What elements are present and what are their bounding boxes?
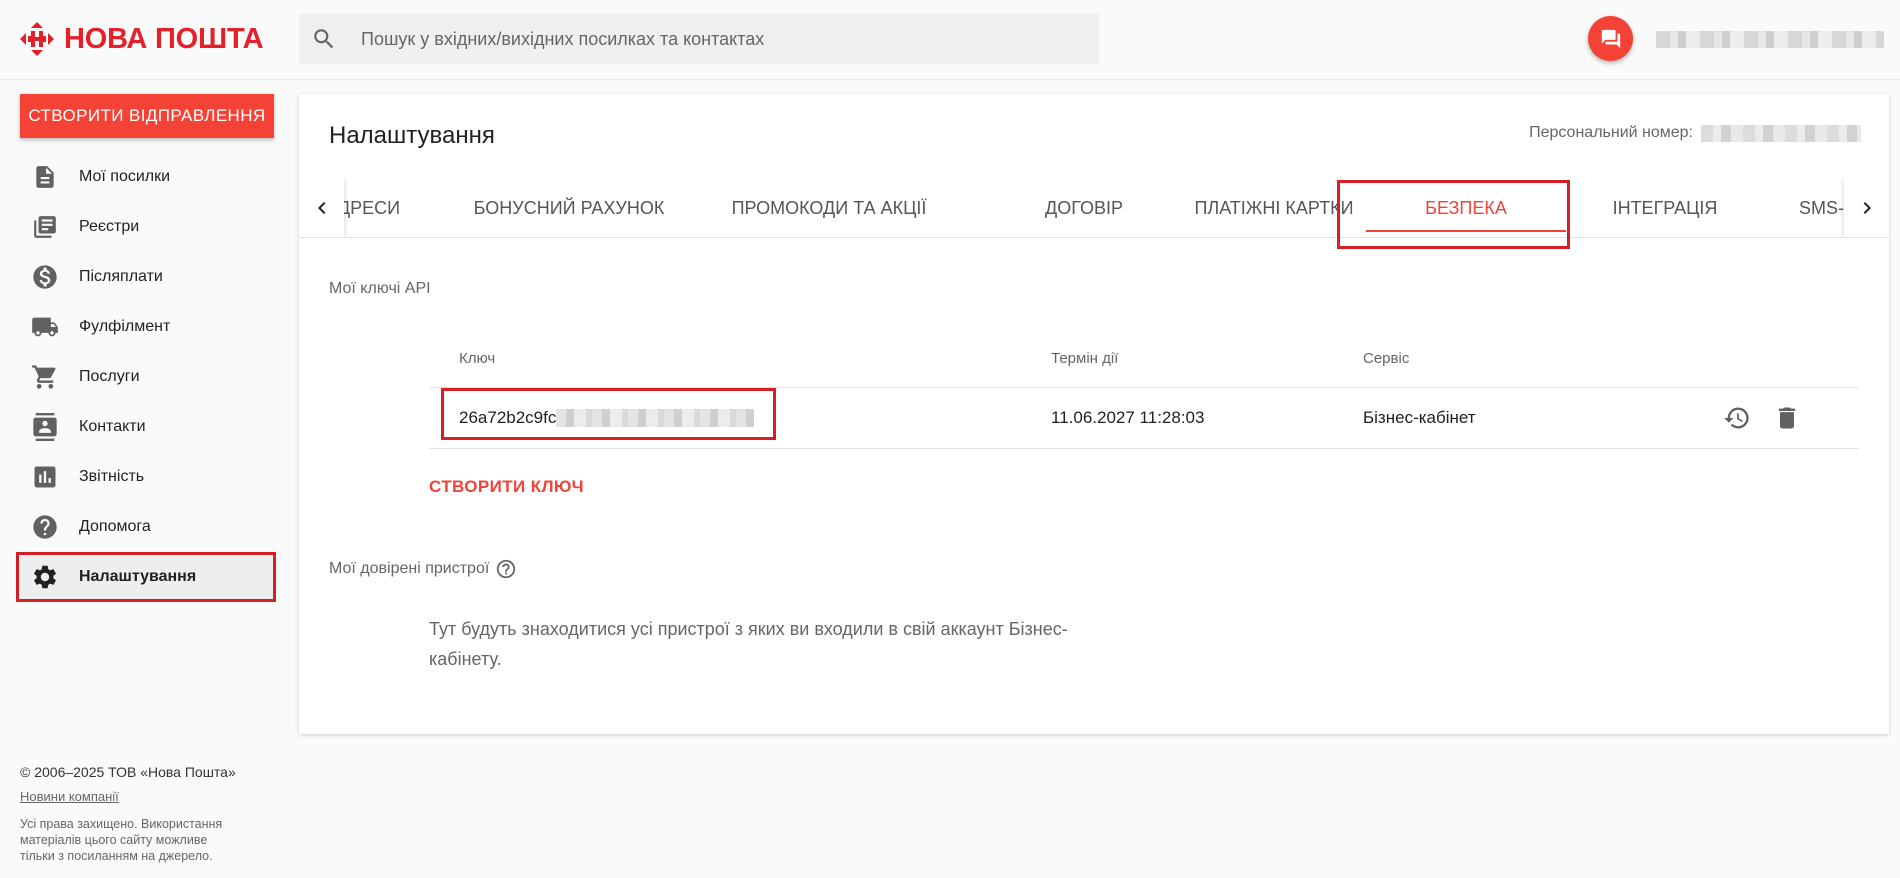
search-bar[interactable]: [299, 14, 1099, 64]
delete-key-button[interactable]: [1769, 400, 1805, 436]
tab-bonus-account[interactable]: БОНУСНИЙ РАХУНОК: [454, 178, 684, 237]
chart-icon: [30, 462, 60, 492]
trash-icon: [1778, 407, 1796, 429]
api-keys-section-label: Мої ключі API: [329, 280, 431, 297]
logo-mark-icon: [20, 22, 54, 56]
sidebar-item-contacts[interactable]: Контакти: [16, 402, 276, 452]
personal-number: Персональний номер:: [1529, 124, 1861, 142]
logo-text: НОВА ПОШТА: [64, 22, 264, 55]
rights-line: матеріалів цього сайту можливе: [20, 833, 208, 847]
rights-line: тільки з посиланням на джерело.: [20, 849, 213, 863]
sidebar-item-my-parcels[interactable]: Мої посилки: [16, 152, 276, 202]
sidebar-item-reports[interactable]: Звітність: [16, 452, 276, 502]
settings-tabs: ДРЕСИ БОНУСНИЙ РАХУНОК ПРОМОКОДИ ТА АКЦІ…: [299, 178, 1889, 238]
sidebar-item-label: Звітність: [79, 468, 145, 485]
api-keys-table: Ключ Термін дії Сервіс 26a72b2c9fc 11.06…: [429, 330, 1859, 449]
devices-text-line: Тут будуть знаходитися усі пристрої з як…: [429, 619, 1068, 639]
nova-poshta-logo[interactable]: НОВА ПОШТА: [20, 22, 264, 56]
sidebar-item-label: Мої посилки: [79, 168, 171, 185]
sidebar-item-help[interactable]: Допомога: [16, 502, 276, 552]
sidebar-item-label: Послуги: [79, 368, 140, 385]
column-header-term: Термін дії: [1051, 350, 1119, 367]
dollar-icon: [30, 262, 60, 292]
api-key-cell[interactable]: 26a72b2c9fc: [429, 408, 1051, 428]
sidebar-item-fulfillment[interactable]: Фулфілмент: [16, 302, 276, 352]
help-circle-icon[interactable]: [495, 558, 517, 580]
search-icon[interactable]: [299, 14, 349, 64]
settings-card: Налаштування Персональний номер: ДРЕСИ Б…: [299, 94, 1889, 734]
tab-promocodes[interactable]: ПРОМОКОДИ ТА АКЦІЇ: [704, 178, 954, 237]
sidebar-item-label: Післяплати: [79, 268, 163, 285]
sidebar-item-registries[interactable]: Реєстри: [16, 202, 276, 252]
sidebar-item-label: Фулфілмент: [79, 318, 171, 335]
sidebar-item-label: Налаштування: [79, 568, 197, 585]
chat-button[interactable]: [1588, 16, 1633, 61]
registry-icon: [30, 212, 60, 242]
sidebar-nav: Мої посилки Реєстри Післяплати Фулфілмен…: [16, 152, 276, 602]
tabs-scroll-right-button[interactable]: [1844, 178, 1889, 237]
table-header: Ключ Термін дії Сервіс: [429, 330, 1859, 388]
create-key-button[interactable]: СТВОРИТИ КЛЮЧ: [429, 477, 584, 497]
devices-text-line: кабінету.: [429, 649, 502, 669]
chat-icon: [1601, 29, 1620, 48]
sidebar-item-services[interactable]: Послуги: [16, 352, 276, 402]
trusted-devices-label-text: Мої довірені пристрої: [329, 560, 490, 577]
row-actions: [1703, 400, 1859, 436]
table-row: 26a72b2c9fc 11.06.2027 11:28:03 Бізнес-к…: [429, 388, 1859, 449]
trusted-devices-empty-text: Тут будуть знаходитися усі пристрої з як…: [429, 614, 1119, 674]
tab-integration[interactable]: ІНТЕГРАЦІЯ: [1550, 178, 1780, 237]
cart-icon: [30, 362, 60, 392]
api-key-value: 26a72b2c9fc: [459, 408, 557, 427]
sidebar-item-label: Реєстри: [79, 218, 140, 235]
personal-number-value-blurred: [1701, 124, 1861, 142]
sidebar-footer: © 2006–2025 ТОВ «Нова Пошта» Новини комп…: [20, 764, 260, 864]
search-input[interactable]: [349, 28, 1099, 50]
document-icon: [30, 162, 60, 192]
tab-security[interactable]: БЕЗПЕКА: [1351, 178, 1581, 237]
renew-key-button[interactable]: [1719, 400, 1755, 436]
help-icon: [30, 512, 60, 542]
column-header-service: Сервіс: [1363, 350, 1410, 367]
chevron-left-icon: [317, 202, 325, 214]
company-news-link[interactable]: Новини компанії: [20, 789, 119, 804]
column-header-key: Ключ: [459, 350, 496, 367]
truck-icon: [30, 312, 60, 342]
sidebar-item-label: Контакти: [79, 418, 146, 435]
trusted-devices-label: Мої довірені пристрої: [329, 558, 517, 580]
user-name-blurred[interactable]: [1656, 31, 1884, 48]
renew-clock-icon: [1724, 407, 1749, 429]
sidebar-item-label: Допомога: [79, 518, 151, 535]
rights-text: Усі права захищено. Використання матеріа…: [20, 816, 260, 864]
top-header: НОВА ПОШТА: [0, 0, 1900, 80]
tabs-scroll-left-button[interactable]: [299, 178, 344, 237]
sidebar-item-cod[interactable]: Післяплати: [16, 252, 276, 302]
tab-addresses[interactable]: ДРЕСИ: [338, 178, 400, 237]
api-key-service: Бізнес-кабінет: [1363, 408, 1476, 427]
contacts-icon: [30, 412, 60, 442]
copyright-text: © 2006–2025 ТОВ «Нова Пошта»: [20, 764, 236, 780]
create-shipment-button[interactable]: СТВОРИТИ ВІДПРАВЛЕННЯ: [20, 94, 274, 138]
gear-icon: [30, 562, 60, 592]
api-key-term: 11.06.2027 11:28:03: [1051, 408, 1205, 427]
chevron-right-icon: [1863, 202, 1871, 214]
personal-number-label: Персональний номер:: [1529, 124, 1693, 141]
page-title: Налаштування: [329, 122, 495, 149]
sidebar-item-settings[interactable]: Налаштування: [16, 552, 276, 602]
api-key-blurred: [556, 409, 755, 427]
rights-line: Усі права захищено. Використання: [20, 817, 223, 831]
